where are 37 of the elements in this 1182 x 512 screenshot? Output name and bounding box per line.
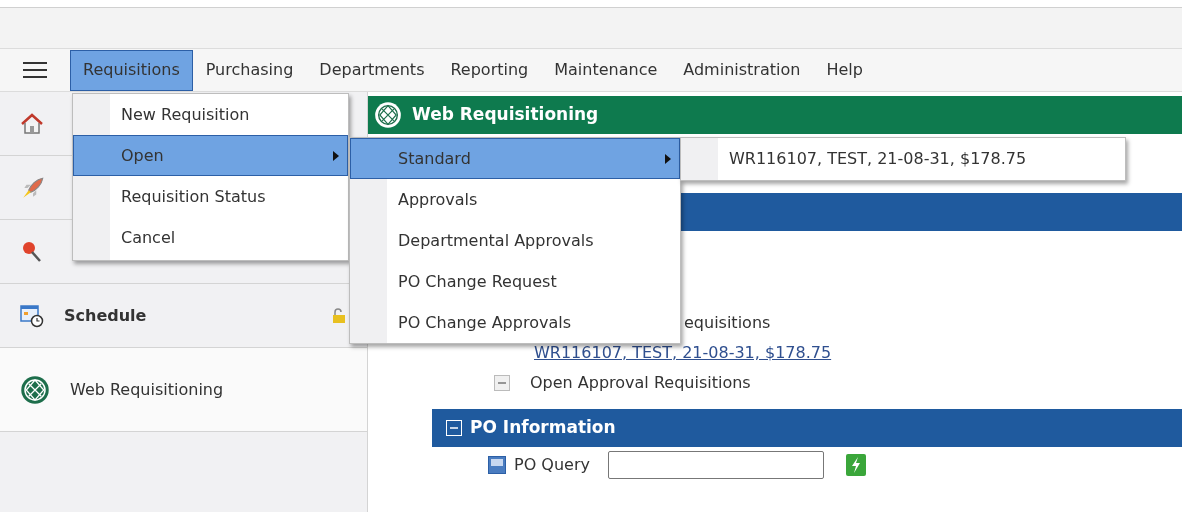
menu-item[interactable]: Cancel bbox=[73, 217, 348, 258]
menu-item[interactable]: New Requisition bbox=[73, 94, 348, 135]
tree-label: equisitions bbox=[684, 312, 771, 334]
house-icon bbox=[20, 111, 44, 136]
globe-emblem-icon bbox=[20, 374, 50, 405]
menu-item[interactable]: Standard bbox=[350, 138, 680, 179]
submenu-arrow-icon bbox=[665, 153, 671, 164]
header-title: Web Requisitioning bbox=[412, 103, 599, 127]
menubar-item[interactable]: Departments bbox=[306, 49, 438, 91]
sidebar-item[interactable]: Web Requisitioning bbox=[0, 348, 367, 432]
menu-item[interactable]: Open bbox=[73, 135, 348, 176]
field-label: PO Query bbox=[514, 454, 590, 476]
po-query-field[interactable] bbox=[607, 451, 824, 479]
menu-item[interactable]: Approvals bbox=[350, 179, 680, 220]
pushpin-icon bbox=[20, 239, 44, 264]
submenu-arrow-icon bbox=[333, 150, 339, 161]
requisition-link[interactable]: WR116107, TEST, 21-08-31, $178.75 bbox=[534, 341, 832, 365]
padlock-icon bbox=[331, 307, 347, 324]
menubar-item[interactable]: Reporting bbox=[437, 49, 542, 91]
rocket-icon bbox=[20, 174, 46, 201]
calendar-clock-icon bbox=[20, 303, 44, 328]
menu-item[interactable]: WR116107, TEST, 21-08-31, $178.75 bbox=[681, 138, 1125, 179]
run-query-button[interactable] bbox=[845, 454, 866, 476]
field-toggle-icon bbox=[488, 456, 506, 474]
menubar-item[interactable]: Help bbox=[813, 49, 876, 91]
menubar-item[interactable]: Maintenance bbox=[541, 49, 671, 91]
menubar-item[interactable]: Requisitions bbox=[70, 49, 193, 91]
menu-item[interactable]: Requisition Status bbox=[73, 176, 348, 217]
menubar-item[interactable]: Purchasing bbox=[192, 49, 307, 91]
menubar-item[interactable]: Administration bbox=[670, 49, 814, 91]
tree-label: Open Approval Requisitions bbox=[530, 372, 751, 394]
section-title: PO Information bbox=[470, 416, 616, 440]
menu-item[interactable]: Departmental Approvals bbox=[350, 220, 680, 261]
lightning-icon bbox=[850, 457, 861, 473]
menu-icon bbox=[23, 62, 47, 78]
globe-emblem-icon bbox=[374, 101, 402, 129]
menu-gutter bbox=[681, 138, 718, 180]
